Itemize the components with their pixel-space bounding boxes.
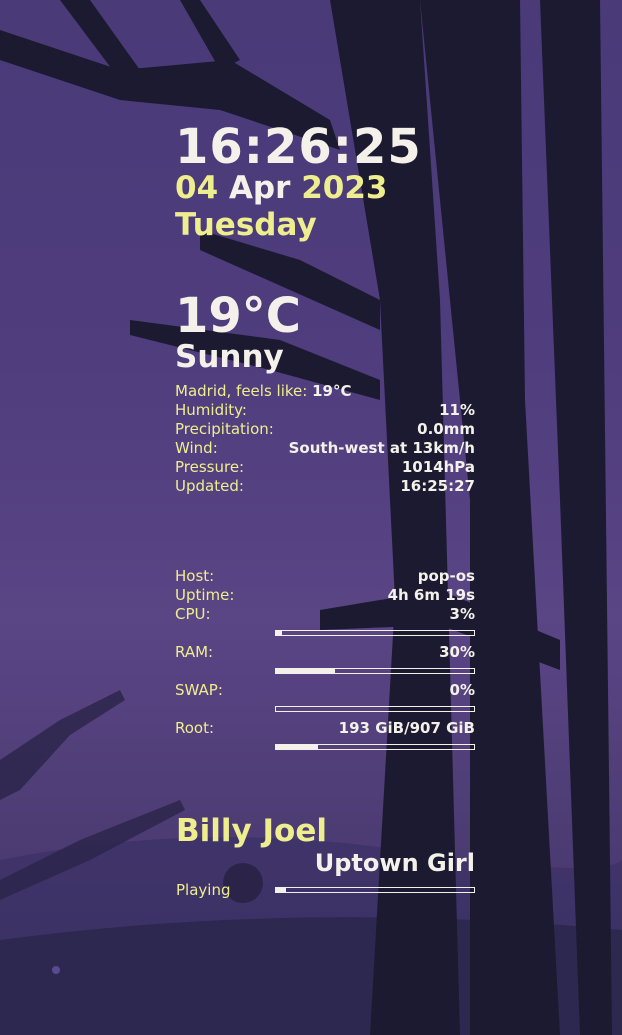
- uptime-label: Uptime:: [175, 586, 235, 604]
- host-value: pop-os: [417, 567, 475, 585]
- root-row: Root: 193 GiB/907 GiB: [175, 719, 475, 738]
- precipitation-row: Precipitation: 0.0mm: [175, 420, 475, 439]
- cpu-row: CPU: 3%: [175, 605, 475, 624]
- pressure-row: Pressure: 1014hPa: [175, 458, 475, 477]
- cpu-bar-fill: [276, 631, 282, 635]
- ram-label: RAM:: [175, 643, 214, 661]
- cpu-bar: [275, 630, 475, 636]
- pressure-label: Pressure:: [175, 458, 245, 476]
- date-line: 04 Apr 2023: [175, 170, 388, 206]
- wind-label: Wind:: [175, 439, 218, 457]
- music-status: Playing: [176, 881, 231, 899]
- weekday: Tuesday: [175, 207, 317, 243]
- pressure-value: 1014hPa: [401, 458, 475, 476]
- root-label: Root:: [175, 719, 215, 737]
- weather-condition: Sunny: [175, 339, 284, 375]
- wind-row: Wind: South-west at 13km/h: [175, 439, 475, 458]
- weather-temperature: 19°C: [175, 288, 302, 344]
- music-progress-bar: [275, 887, 475, 893]
- root-bar: [275, 744, 475, 750]
- music-title: Uptown Girl: [314, 849, 475, 877]
- cpu-value: 3%: [449, 605, 475, 623]
- ram-row: RAM: 30%: [175, 643, 475, 662]
- humidity-value: 11%: [439, 401, 475, 419]
- date-year: 2023: [301, 170, 388, 206]
- ram-value: 30%: [439, 643, 475, 661]
- swap-row: SWAP: 0%: [175, 681, 475, 700]
- updated-row: Updated: 16:25:27: [175, 477, 475, 496]
- ram-bar-fill: [276, 669, 336, 673]
- updated-label: Updated:: [175, 477, 244, 495]
- wind-value: South-west at 13km/h: [288, 439, 475, 457]
- root-value: 193 GiB/907 GiB: [338, 719, 475, 737]
- host-row: Host: pop-os: [175, 567, 475, 586]
- date-month: Apr: [228, 170, 291, 206]
- humidity-row: Humidity: 11%: [175, 401, 475, 420]
- ram-bar: [275, 668, 475, 674]
- uptime-row: Uptime: 4h 6m 19s: [175, 586, 475, 605]
- precipitation-label: Precipitation:: [175, 420, 274, 438]
- swap-value: 0%: [449, 681, 475, 699]
- swap-label: SWAP:: [175, 681, 223, 699]
- humidity-label: Humidity:: [175, 401, 247, 419]
- weather-location-label: Madrid, feels like:: [175, 382, 308, 400]
- uptime-value: 4h 6m 19s: [387, 586, 475, 604]
- precipitation-value: 0.0mm: [417, 420, 475, 438]
- updated-value: 16:25:27: [400, 477, 475, 495]
- root-bar-fill: [276, 745, 318, 749]
- music-progress-fill: [276, 888, 286, 892]
- swap-bar: [275, 706, 475, 712]
- host-label: Host:: [175, 567, 215, 585]
- clock-time: 16:26:25: [175, 119, 422, 175]
- weather-location-row: Madrid, feels like: 19°C: [175, 382, 475, 401]
- cpu-label: CPU:: [175, 605, 211, 623]
- date-day: 04: [175, 170, 219, 206]
- weather-feels-like: 19°C: [312, 382, 352, 400]
- music-artist: Billy Joel: [176, 813, 327, 849]
